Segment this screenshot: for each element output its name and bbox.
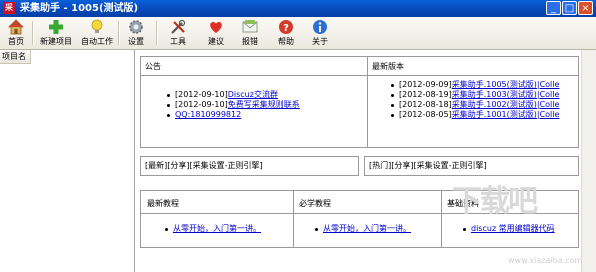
divider	[441, 191, 442, 247]
version-link[interactable]: 采集助手.1005(测试版)|Colle	[452, 80, 560, 89]
close-button[interactable]: ×	[578, 1, 593, 15]
report-error-button[interactable]: 报错	[236, 18, 264, 48]
project-name-column-header[interactable]: 项目名	[0, 50, 31, 64]
svg-text:?: ?	[283, 23, 289, 34]
new-project-button[interactable]: 新建项目	[36, 18, 76, 48]
list-item: [2012-09-10]Discuz交流群	[165, 90, 300, 100]
version-list: [2012-09-09]采集助手.1005(测试版)|Colle [2012-0…	[389, 80, 559, 120]
new-project-label: 新建项目	[40, 37, 72, 46]
tools-label: 工具	[170, 37, 186, 46]
info-icon	[313, 20, 327, 34]
list-item: [2012-08-05]采集助手.1001(测试版)|Colle	[389, 110, 559, 120]
qq-link[interactable]: QQ:1810999812	[175, 110, 241, 119]
item-date: [2012-09-09]	[399, 80, 452, 89]
divider	[141, 75, 578, 76]
project-list-panel[interactable]: 项目名	[0, 50, 135, 272]
help-icon: ?	[279, 20, 293, 34]
home-icon	[8, 19, 24, 35]
toolbar-separator	[156, 21, 158, 45]
heart-icon	[210, 21, 222, 33]
latest-tutorial-list: 从零开始，入门第一讲。	[163, 224, 261, 234]
item-date: [2012-09-10]	[175, 90, 228, 99]
list-item: 从零开始，入门第一讲。	[313, 224, 411, 234]
tools-button[interactable]: 工具	[160, 18, 196, 48]
lightbulb-icon	[91, 19, 103, 33]
tags-latest[interactable]: [最新][分享][采集设置-正则引擎]	[145, 161, 263, 171]
toolbar: 首页 新建项目 自动工作 设置 工具 建议 报错 ? 帮助 关于	[0, 17, 596, 50]
list-item: discuz 常用编辑器代码	[461, 224, 555, 234]
tutorial-link[interactable]: 从零开始，入门第一讲。	[173, 224, 261, 233]
settings-button[interactable]: 设置	[122, 18, 150, 48]
gear-icon	[129, 20, 143, 34]
announcement-list: [2012-09-10]Discuz交流群 [2012-09-10]免费写采集规…	[165, 90, 300, 120]
toolbar-separator	[32, 21, 34, 45]
latest-tutorial-title: 最新教程	[147, 199, 179, 208]
home-label: 首页	[8, 37, 24, 46]
about-button[interactable]: 关于	[306, 18, 334, 48]
help-button[interactable]: ? 帮助	[272, 18, 300, 48]
title-bar: 采 采集助手 - 1005(测试版) _ □ ×	[0, 0, 596, 17]
latest-version-title: 最新版本	[372, 62, 404, 71]
announcement-link[interactable]: 免费写采集规则联系	[228, 100, 300, 109]
tutorial-link[interactable]: 从零开始，入门第一讲。	[323, 224, 411, 233]
required-tutorial-title: 必学教程	[299, 199, 331, 208]
vertical-scrollbar[interactable]	[581, 50, 596, 272]
report-error-label: 报错	[242, 37, 258, 46]
list-item: [2012-09-10]免费写采集规则联系	[165, 100, 300, 110]
minimize-button[interactable]: _	[546, 1, 561, 15]
watermark-logo: 下载吧	[452, 184, 538, 219]
item-date: [2012-09-10]	[175, 100, 228, 109]
tools-icon	[171, 19, 186, 34]
watermark-url: www.xiazaiba.com	[508, 256, 583, 265]
home-button[interactable]: 首页	[2, 18, 30, 48]
app-icon: 采	[3, 2, 15, 14]
list-item: 从零开始，入门第一讲。	[163, 224, 261, 234]
maximize-button[interactable]: □	[562, 1, 577, 15]
toolbar-separator	[118, 21, 120, 45]
divider	[367, 57, 368, 147]
window-title: 采集助手 - 1005(测试版)	[20, 3, 139, 14]
basic-docs-list: discuz 常用编辑器代码	[461, 224, 555, 234]
list-item: [2012-09-09]采集助手.1005(测试版)|Colle	[389, 80, 559, 90]
item-date: [2012-08-19]	[399, 90, 452, 99]
settings-label: 设置	[128, 37, 144, 46]
version-link[interactable]: 采集助手.1002(测试版)|Colle	[452, 100, 560, 109]
envelope-icon	[242, 20, 258, 33]
plus-icon	[49, 20, 63, 34]
required-tutorial-list: 从零开始，入门第一讲。	[313, 224, 411, 234]
auto-work-label: 自动工作	[81, 37, 113, 46]
list-item: [2012-08-18]采集助手.1002(测试版)|Colle	[389, 100, 559, 110]
docs-link[interactable]: discuz 常用编辑器代码	[471, 224, 555, 233]
about-label: 关于	[312, 37, 328, 46]
announcement-title: 公告	[145, 62, 161, 71]
tags-hot[interactable]: [热门][分享][采集设置-正则引擎]	[369, 161, 487, 171]
announcement-link[interactable]: Discuz交流群	[228, 90, 278, 99]
list-item-continuation: QQ:1810999812	[165, 110, 300, 120]
divider	[293, 191, 294, 247]
tags-box-hot: [热门][分享][采集设置-正则引擎]	[364, 156, 579, 176]
item-date: [2012-08-05]	[399, 110, 452, 119]
tags-box-latest: [最新][分享][采集设置-正则引擎]	[140, 156, 359, 176]
suggest-button[interactable]: 建议	[202, 18, 230, 48]
list-item: [2012-08-19]采集助手.1003(测试版)|Colle	[389, 90, 559, 100]
auto-work-button[interactable]: 自动工作	[78, 18, 116, 48]
news-box: 公告 最新版本 [2012-09-10]Discuz交流群 [2012-09-1…	[140, 56, 579, 148]
main-content: 公告 最新版本 [2012-09-10]Discuz交流群 [2012-09-1…	[137, 50, 596, 272]
suggest-label: 建议	[208, 37, 224, 46]
item-date: [2012-08-18]	[399, 100, 452, 109]
version-link[interactable]: 采集助手.1001(测试版)|Colle	[452, 110, 560, 119]
version-link[interactable]: 采集助手.1003(测试版)|Colle	[452, 90, 560, 99]
help-label: 帮助	[278, 37, 294, 46]
